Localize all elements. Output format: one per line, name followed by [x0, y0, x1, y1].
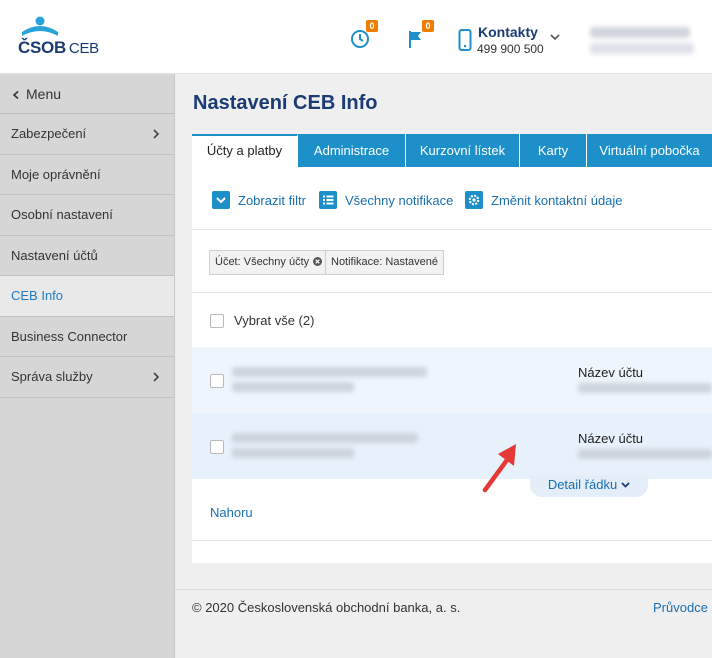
toolbar: Zobrazit filtr Všechny notifikace Změnit… — [212, 190, 712, 210]
sidebar-item-sprava-sluzby[interactable]: Správa služby — [0, 357, 174, 398]
row-checkbox[interactable] — [210, 440, 224, 454]
tab-ucty-a-platby[interactable]: Účty a platby — [192, 134, 298, 167]
sidebar-item-zabezpeceni[interactable]: Zabezpečení — [0, 114, 174, 155]
row-detail-toggle[interactable]: Detail řádku — [530, 475, 648, 497]
contacts-phone: 499 900 500 — [477, 42, 544, 56]
chevron-right-icon — [153, 372, 160, 382]
guide-link[interactable]: Průvodce b — [653, 600, 712, 615]
flag-badge: 0 — [422, 20, 434, 32]
chevron-right-icon — [153, 129, 160, 139]
contacts-title: Kontakty — [478, 24, 538, 40]
chevron-left-icon — [12, 91, 19, 99]
csob-ceb-logo[interactable]: ČSOB CEB — [18, 16, 118, 60]
chevron-down-box-icon — [212, 191, 230, 209]
show-filter-button[interactable]: Zobrazit filtr — [212, 190, 306, 210]
tab-administrace[interactable]: Administrace — [298, 134, 406, 167]
divider — [192, 292, 712, 293]
logo-product: CEB — [68, 40, 99, 57]
change-contact-button[interactable]: Změnit kontaktní údaje — [465, 190, 623, 210]
row-checkbox[interactable] — [210, 374, 224, 388]
page-title: Nastavení CEB Info — [193, 92, 378, 114]
chevron-down-icon — [621, 482, 630, 488]
menu-label: Menu — [26, 86, 62, 102]
back-to-top-link[interactable]: Nahoru — [210, 505, 253, 520]
history-badge: 0 — [366, 20, 378, 32]
menu-back[interactable]: Menu — [0, 74, 174, 114]
csob-logo-icon — [22, 16, 58, 36]
divider — [192, 540, 712, 541]
tab-kurzovni-listek[interactable]: Kurzovní lístek — [406, 134, 520, 167]
sidebar: Menu Zabezpečení Moje oprávnění Osobní n… — [0, 74, 175, 658]
filter-chip-notification[interactable]: Notifikace: Nastavené — [325, 250, 444, 275]
sidebar-item-nastaveni-uctu[interactable]: Nastavení účtů — [0, 236, 174, 276]
all-notifications-button[interactable]: Všechny notifikace — [319, 190, 453, 210]
footer-divider — [175, 589, 712, 590]
account-name-label: Název účtu — [578, 365, 644, 380]
logo-brand: ČSOB — [18, 38, 66, 57]
notifications-flag-button[interactable]: 0 — [405, 20, 434, 50]
tab-bar: Účty a platby Administrace Kurzovní líst… — [192, 134, 712, 167]
filter-chip-account[interactable]: Účet: Všechny účty — [209, 250, 329, 275]
copyright-text: © 2020 Československá obchodní banka, a.… — [192, 600, 461, 615]
main-content: Nastavení CEB Info Účty a platby Adminis… — [175, 74, 712, 658]
select-all-checkbox[interactable] — [210, 314, 224, 328]
sidebar-item-business-connector[interactable]: Business Connector — [0, 317, 174, 357]
table-row[interactable]: Název účtu — [192, 413, 712, 479]
sidebar-item-osobni-nastaveni[interactable]: Osobní nastavení — [0, 195, 174, 236]
phone-icon — [458, 29, 472, 51]
select-all-label: Vybrat vše (2) — [234, 313, 315, 328]
account-name-label: Název účtu — [578, 431, 644, 446]
list-icon — [319, 191, 337, 209]
sidebar-item-moje-opravneni[interactable]: Moje oprávnění — [0, 155, 174, 195]
red-annotation-arrow-icon — [482, 444, 516, 493]
divider — [192, 229, 712, 230]
tab-virtualni-pobocka[interactable]: Virtuální pobočka — [587, 134, 712, 167]
top-header: ČSOB CEB 0 0 Kontakty 499 900 500 — [0, 0, 712, 74]
table-row[interactable]: Název účtu — [192, 347, 712, 413]
gear-icon — [465, 191, 483, 209]
content-panel: Účty a platby Administrace Kurzovní líst… — [192, 134, 712, 563]
chevron-down-icon — [550, 34, 560, 41]
history-button[interactable]: 0 — [349, 20, 378, 50]
sidebar-item-ceb-info[interactable]: CEB Info — [0, 276, 174, 317]
tab-karty[interactable]: Karty — [520, 134, 587, 167]
close-circle-icon[interactable] — [313, 257, 323, 266]
